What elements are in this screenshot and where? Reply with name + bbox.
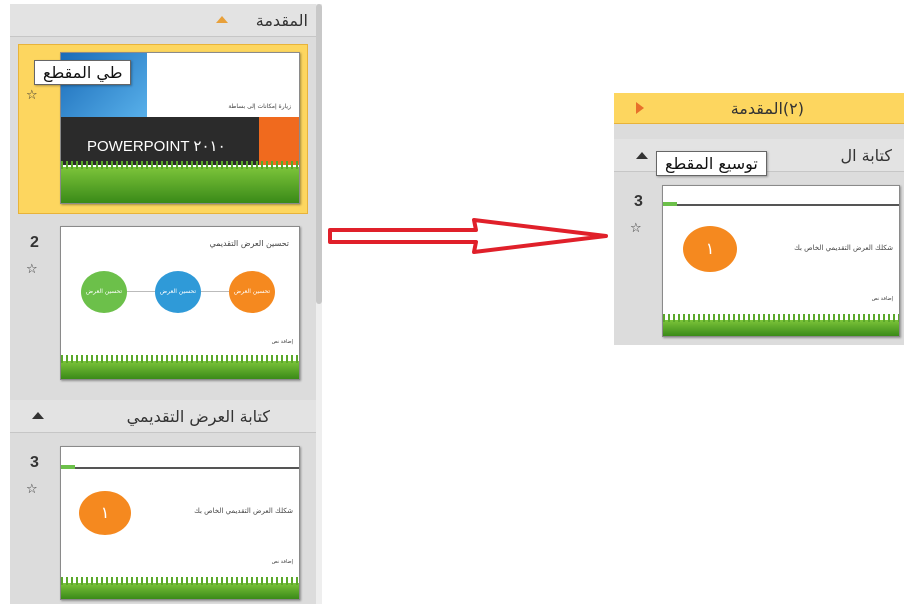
scrollbar-thumb[interactable] xyxy=(316,4,322,304)
slide-2-orange-circle: تحسين العرض xyxy=(229,271,275,313)
slides-pane-before: المقدمة ☆ POWERPOINT ٢٠١٠ زيارة إمكانات … xyxy=(10,4,316,604)
slide-3-thumbnail[interactable]: ١ شكلك العرض التقديمي الخاص بك إضافة نص xyxy=(662,185,900,337)
section-header-intro-collapsed[interactable]: (٢)المقدمة xyxy=(614,93,904,124)
slide-3-footer: إضافة نص xyxy=(871,296,893,302)
slide-2-green-circle: تحسين العرض xyxy=(81,271,127,313)
transition-arrow xyxy=(328,218,608,254)
slide-2-number: 2 xyxy=(30,234,39,251)
animation-star-icon: ☆ xyxy=(26,482,38,497)
slide-1-title: POWERPOINT ٢٠١٠ xyxy=(87,138,226,155)
slide-3-accent xyxy=(663,202,677,206)
section-label-writing: كتابة العرض التقديمي xyxy=(126,407,270,426)
arrow-outline xyxy=(328,218,608,254)
slide-2-title: تحسين العرض التقديمي xyxy=(209,239,289,248)
slide-2-thumbnail[interactable]: تحسين العرض التقديمي تحسين العرض تحسين ا… xyxy=(60,226,300,380)
slide-3-top-rule xyxy=(663,204,899,206)
expand-section-tooltip: توسيع المقطع xyxy=(656,151,767,176)
slide-2-footer: إضافة نص xyxy=(271,339,293,345)
slide-3-orange-circle: ١ xyxy=(683,226,737,272)
section-label-writing: كتابة ال xyxy=(840,146,892,165)
slides-pane-after: (٢)المقدمة كتابة ال 3 ☆ ١ شكلك العرض الت… xyxy=(614,93,904,345)
slide-3-number: 3 xyxy=(634,193,643,210)
slide-3-number: 3 xyxy=(30,454,39,471)
animation-star-icon: ☆ xyxy=(26,262,38,277)
slide-3-caption: شكلك العرض التقديمي الخاص بك xyxy=(194,507,293,515)
slide-3-grass xyxy=(61,577,299,599)
section-header-intro[interactable]: المقدمة xyxy=(10,4,316,37)
section-collapse-icon[interactable] xyxy=(32,412,44,419)
slide-3-thumbnail[interactable]: ١ شكلك العرض التقديمي الخاص بك إضافة نص xyxy=(60,446,300,600)
slide-1-dark-band: POWERPOINT ٢٠١٠ xyxy=(61,117,259,165)
slide-1-orange-block xyxy=(259,117,299,165)
section-label-intro: المقدمة xyxy=(255,11,308,30)
slide-3-grass xyxy=(663,314,899,336)
section-collapse-icon[interactable] xyxy=(216,16,228,23)
collapse-section-tooltip: طي المقطع xyxy=(34,60,132,85)
section-header-writing[interactable]: كتابة العرض التقديمي xyxy=(10,400,316,433)
slide-3-accent xyxy=(61,465,75,469)
slide-1-grass xyxy=(61,161,299,203)
slide-1-subtitle: زيارة إمكانات إلى بساطة xyxy=(228,103,291,110)
animation-star-icon: ☆ xyxy=(630,221,642,236)
vertical-scrollbar[interactable] xyxy=(316,4,322,604)
slide-3-caption: شكلك العرض التقديمي الخاص بك xyxy=(794,244,893,252)
slide-2-blue-circle: تحسين العرض xyxy=(155,271,201,313)
slide-2-grass xyxy=(61,355,299,379)
section-label-intro-collapsed: (٢)المقدمة xyxy=(730,99,804,118)
slide-3-footer: إضافة نص xyxy=(271,559,293,565)
animation-star-icon: ☆ xyxy=(26,88,38,103)
slide-3-top-rule xyxy=(61,467,299,469)
section-expand-icon[interactable] xyxy=(636,102,644,114)
section-collapse-icon[interactable] xyxy=(636,152,648,159)
slide-3-orange-circle: ١ xyxy=(79,491,131,535)
